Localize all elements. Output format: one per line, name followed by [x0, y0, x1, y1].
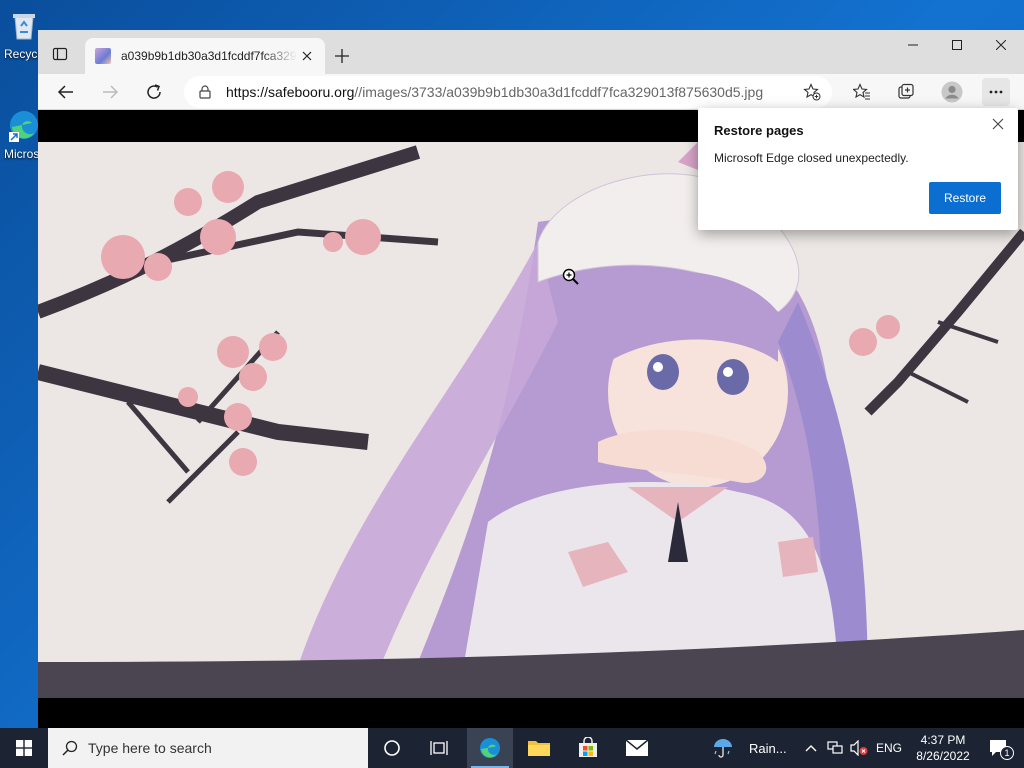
chevron-up-icon: [805, 745, 817, 752]
profile-button[interactable]: [938, 78, 966, 106]
dialog-close-button[interactable]: [988, 114, 1008, 134]
language-indicator[interactable]: ENG: [876, 741, 902, 755]
taskbar-file-explorer[interactable]: [516, 728, 562, 768]
close-icon: [302, 51, 312, 61]
restore-button[interactable]: Restore: [929, 182, 1001, 214]
notification-badge: 1: [1000, 746, 1014, 760]
favorites-button[interactable]: [848, 78, 876, 106]
forward-button[interactable]: [96, 78, 124, 106]
windows-logo-icon: [16, 740, 32, 756]
dialog-message: Microsoft Edge closed unexpectedly.: [714, 151, 909, 165]
refresh-button[interactable]: [140, 78, 168, 106]
tab-actions-button[interactable]: [48, 42, 72, 66]
taskbar-edge[interactable]: [467, 728, 513, 768]
refresh-icon: [147, 84, 161, 99]
collections-button[interactable]: [892, 78, 920, 106]
volume-button[interactable]: [847, 728, 871, 768]
zoom-in-cursor-icon: [562, 268, 579, 285]
maximize-button[interactable]: [934, 30, 980, 60]
tab-active[interactable]: a039b9b1db30a3d1fcddf7fca329013f875630d5…: [85, 38, 325, 74]
favorites-icon: [853, 83, 870, 100]
avatar-icon: [941, 81, 963, 103]
tab-strip: a039b9b1db30a3d1fcddf7fca329013f875630d5…: [38, 30, 1024, 74]
task-view-icon: [430, 741, 448, 755]
tab-close-button[interactable]: [297, 46, 317, 66]
dialog-title: Restore pages: [714, 123, 804, 138]
start-button[interactable]: [0, 728, 48, 768]
umbrella-rain-icon: [714, 739, 732, 758]
clock-time[interactable]: 4:37 PM: [917, 733, 969, 747]
url-path: //images/3733/a039b9b1db30a3d1fcddf7fca3…: [354, 84, 764, 100]
desktop-icon-label: Recycle Bin: [4, 47, 42, 61]
search-placeholder: Type here to search: [88, 740, 212, 756]
taskbar-search-box[interactable]: Type here to search: [48, 728, 368, 768]
weather-widget-icon-button[interactable]: [708, 728, 738, 768]
close-icon: [992, 118, 1004, 130]
task-view-button[interactable]: [416, 728, 462, 768]
collections-icon: [898, 83, 914, 99]
mail-icon: [625, 739, 649, 756]
volume-muted-icon: [850, 740, 868, 756]
show-hidden-icons-button[interactable]: [800, 728, 822, 768]
star-add-icon: [803, 83, 821, 101]
address-bar[interactable]: https://safebooru.org//images/3733/a039b…: [184, 76, 832, 108]
more-horizontal-icon: [989, 90, 1003, 94]
clock-date[interactable]: 8/26/2022: [913, 749, 973, 763]
maximize-icon: [952, 40, 962, 50]
network-button[interactable]: [823, 728, 847, 768]
favicon: [95, 48, 111, 64]
back-button[interactable]: [52, 78, 80, 106]
new-tab-button[interactable]: [330, 44, 354, 68]
taskbar-mail[interactable]: [614, 728, 660, 768]
tab-title: a039b9b1db30a3d1fcddf7fca329013f875630d5…: [121, 49, 297, 63]
add-favorite-button[interactable]: [800, 80, 824, 104]
edge-icon: [9, 111, 38, 142]
cortana-circle-icon: [384, 740, 400, 756]
lock-icon[interactable]: [198, 85, 212, 99]
taskbar: Type here to search Rain... ENG 4:37 PM …: [0, 728, 1024, 768]
network-icon: [827, 741, 843, 754]
desktop-icon-label: Microsoft Edge: [4, 147, 42, 161]
arrow-left-icon: [57, 85, 73, 99]
arrow-right-icon: [103, 85, 119, 99]
window-close-button[interactable]: [978, 30, 1024, 60]
tab-actions-icon: [52, 47, 68, 61]
restore-pages-dialog: Restore pages Microsoft Edge closed unex…: [698, 108, 1018, 230]
navigation-toolbar: https://safebooru.org//images/3733/a039b…: [38, 74, 1024, 110]
close-icon: [996, 40, 1006, 50]
weather-text[interactable]: Rain...: [749, 741, 787, 756]
search-icon: [62, 740, 78, 756]
plus-icon: [335, 49, 349, 63]
task-view-cortana-button[interactable]: [369, 728, 415, 768]
store-bag-icon: [579, 737, 597, 757]
recycle-bin-icon: [13, 14, 35, 40]
settings-more-button[interactable]: [982, 78, 1010, 106]
folder-icon: [528, 741, 550, 756]
url-text[interactable]: https://safebooru.org//images/3733/a039b…: [226, 84, 786, 100]
taskbar-microsoft-store[interactable]: [565, 728, 611, 768]
minimize-icon: [908, 44, 918, 46]
minimize-button[interactable]: [890, 30, 936, 60]
edge-icon: [480, 738, 500, 758]
url-domain: https://safebooru.org: [226, 84, 355, 100]
